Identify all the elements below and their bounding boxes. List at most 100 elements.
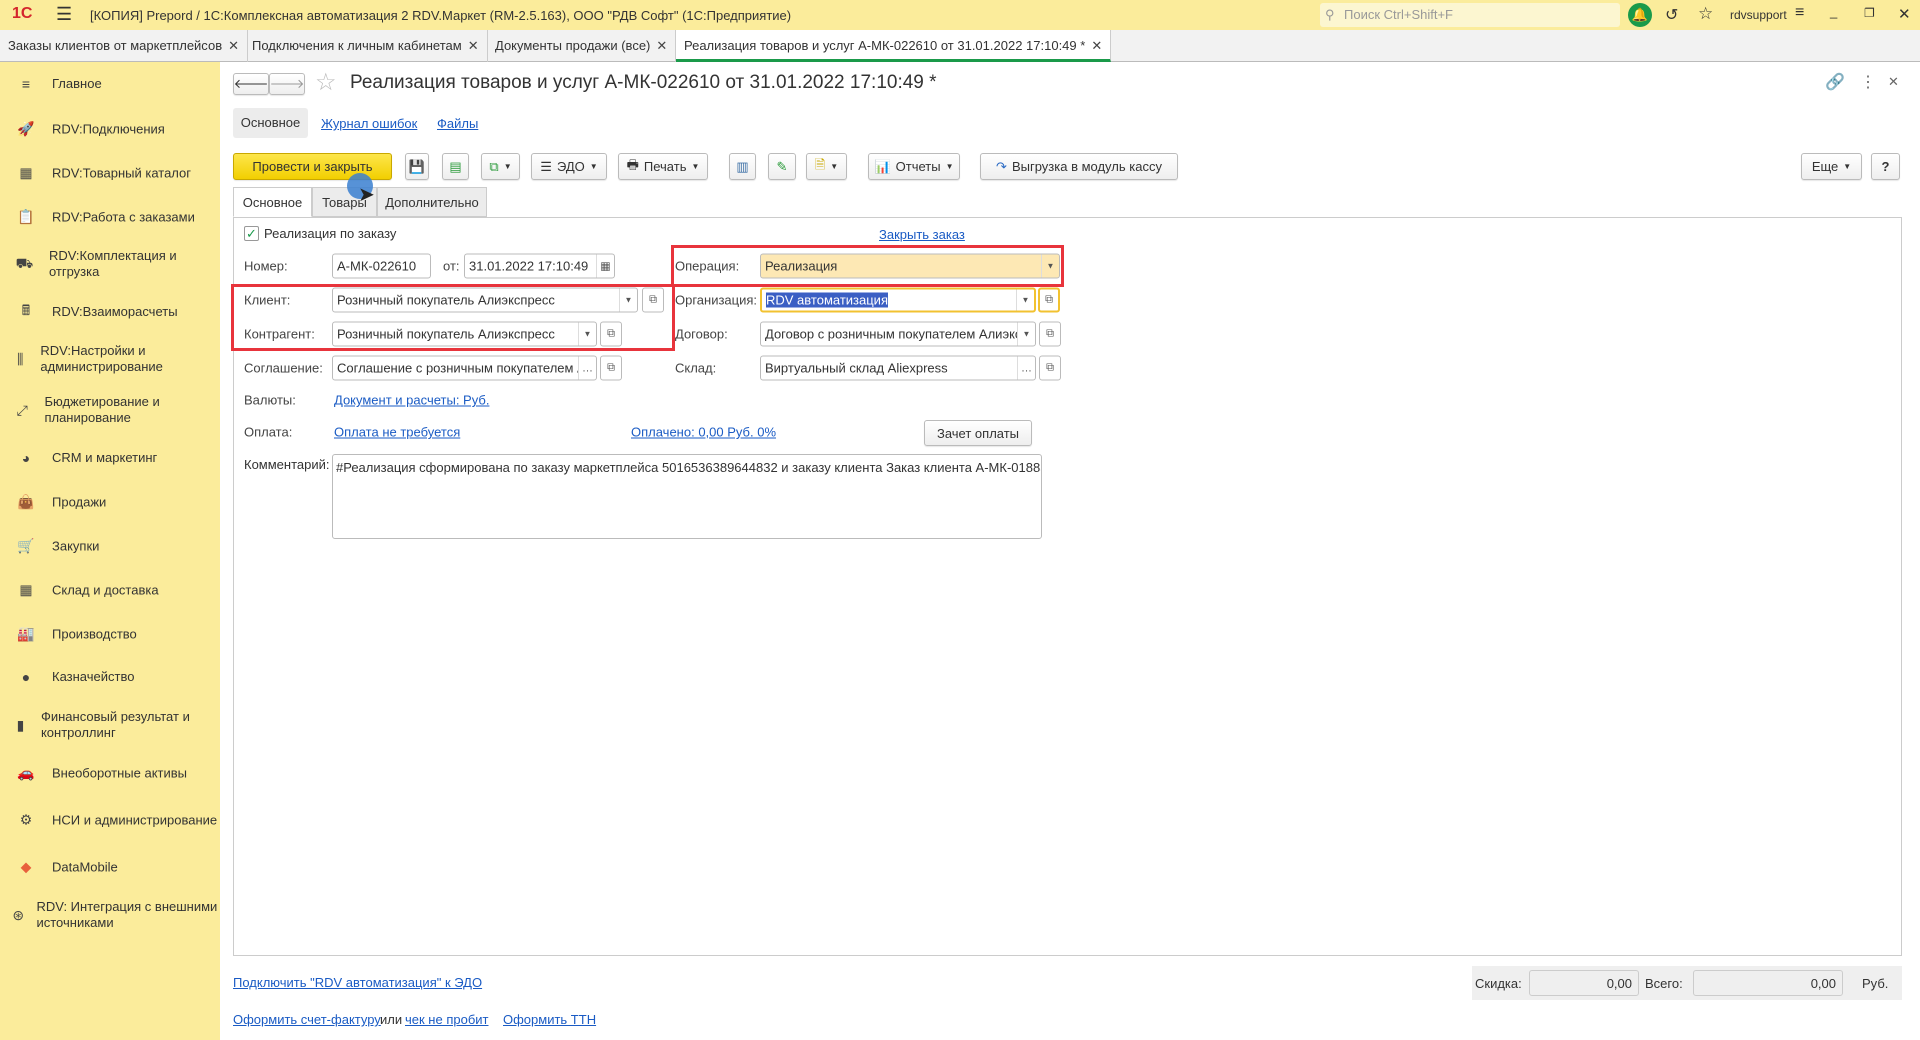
select-ellipsis-icon[interactable]: …: [578, 356, 596, 380]
edit-history-button[interactable]: ✎: [768, 153, 796, 180]
currency-link[interactable]: Документ и расчеты: Руб.: [334, 393, 489, 408]
warehouse-field[interactable]: Виртуальный склад Aliexpress…: [760, 355, 1036, 381]
sidebar-item[interactable]: 📋 RDV:Работа с заказами: [0, 209, 220, 226]
main-menu-icon[interactable]: ☰: [56, 4, 72, 25]
sidebar-item-label: RDV:Товарный каталог: [52, 165, 192, 180]
attachments-button[interactable]: 🗎 ▼: [806, 153, 847, 180]
sidebar-item[interactable]: 👜 Продажи: [0, 494, 220, 511]
payment-offset-button[interactable]: Зачет оплаты: [924, 420, 1032, 446]
restore-icon[interactable]: ❐: [1864, 6, 1875, 20]
favorites-star-icon[interactable]: ☆: [1698, 4, 1713, 24]
sidebar-item[interactable]: 🚗 Внеоборотные активы: [0, 765, 220, 782]
highlight-client-box: [231, 284, 675, 351]
sidebar-item[interactable]: ≡ Главное: [0, 76, 220, 92]
subtab-files[interactable]: Файлы: [437, 116, 478, 131]
subtab-main[interactable]: Основное: [233, 108, 308, 138]
open-contract-button[interactable]: ⧉: [1039, 321, 1061, 347]
sidebar-item[interactable]: 🖩 RDV:Взаиморасчеты: [0, 300, 220, 324]
coin-icon: ●: [21, 669, 31, 685]
window-tab-connections[interactable]: Подключения к личным кабинетам ✕: [244, 30, 488, 62]
sidebar-item[interactable]: ▦ Склад и доставка: [0, 582, 220, 599]
print-button[interactable]: 🖶 Печать ▼: [618, 153, 708, 180]
close-tab-icon[interactable]: ✕: [228, 38, 239, 53]
sidebar-item[interactable]: ● Казначейство: [0, 669, 220, 685]
by-order-checkbox[interactable]: ✓: [244, 226, 259, 241]
chevron-down-icon[interactable]: ▼: [1017, 322, 1035, 346]
total-field: 0,00: [1693, 970, 1843, 996]
warehouse-icon: ▦: [19, 581, 33, 598]
close-tab-icon[interactable]: ✕: [1091, 38, 1102, 53]
more-button[interactable]: Еще ▼: [1801, 153, 1862, 180]
settings-menu-icon[interactable]: ≡: [1795, 4, 1804, 22]
sidebar-item[interactable]: ▦ RDV:Товарный каталог: [0, 165, 220, 182]
close-tab-icon[interactable]: ✕: [656, 38, 667, 53]
check-not-printed-link[interactable]: чек не пробит: [405, 1012, 488, 1027]
structure-button[interactable]: ▥: [729, 153, 756, 180]
paid-link[interactable]: Оплачено: 0,00 Руб. 0%: [631, 425, 776, 440]
history-icon[interactable]: ↺: [1665, 5, 1678, 25]
open-agreement-button[interactable]: ⧉: [600, 355, 622, 381]
open-warehouse-button[interactable]: ⧉: [1039, 355, 1061, 381]
sidebar-item[interactable]: 🏭 Производство: [0, 626, 220, 643]
sidebar-item[interactable]: ▮ Финансовый результат и контроллинг: [0, 709, 220, 741]
select-ellipsis-icon[interactable]: …: [1017, 356, 1035, 380]
date-field[interactable]: 31.01.2022 17:10:49 ▦: [464, 253, 615, 279]
notifications-bell-icon[interactable]: 🔔: [1628, 3, 1652, 27]
favorite-star-icon[interactable]: ☆: [315, 68, 337, 97]
window-tab-orders[interactable]: Заказы клиентов от маркетплейсов ✕: [0, 30, 248, 62]
user-name[interactable]: rdvsupport: [1730, 8, 1787, 22]
sidebar-item[interactable]: 🛒 Закупки: [0, 538, 220, 555]
sidebar-item[interactable]: ⫼ RDV:Настройки и администрирование: [0, 343, 220, 375]
forward-button[interactable]: 🡒: [269, 73, 305, 95]
connect-edo-link[interactable]: Подключить "RDV автоматизация" к ЭДО: [233, 975, 482, 990]
sidebar-item[interactable]: ⛟ RDV:Комплектация и отгрузка: [0, 248, 220, 280]
save-button[interactable]: 💾: [405, 153, 429, 180]
edo-button[interactable]: ☰ ЭДО ▼: [531, 153, 607, 180]
pencil-clock-icon: ✎: [776, 158, 788, 174]
ttn-link[interactable]: Оформить ТТН: [503, 1012, 596, 1027]
open-organization-button[interactable]: ⧉: [1038, 287, 1060, 313]
printer-icon: 🖶: [626, 156, 639, 172]
close-form-icon[interactable]: ✕: [1888, 74, 1899, 90]
sidebar-item-label: RDV:Работа с заказами: [52, 209, 195, 224]
comment-textarea[interactable]: #Реализация сформирована по заказу марке…: [332, 454, 1042, 539]
close-tab-icon[interactable]: ✕: [468, 38, 479, 53]
integration-icon: ⊛: [12, 906, 25, 923]
sidebar-item[interactable]: ⤢ Бюджетирование и планирование: [0, 394, 220, 426]
agreement-field[interactable]: Соглашение с розничным покупателем Алиэк…: [332, 355, 597, 381]
open-icon: ⧉: [1045, 293, 1053, 306]
reports-button[interactable]: 📊 Отчеты ▼: [868, 153, 960, 180]
organization-field[interactable]: RDV автоматизация ▼: [760, 287, 1036, 313]
close-order-link[interactable]: Закрыть заказ: [879, 227, 965, 242]
window-tab-sales-docs[interactable]: Документы продажи (все) ✕: [487, 30, 677, 62]
minimize-icon[interactable]: _: [1830, 4, 1837, 19]
form-tab-additional[interactable]: Дополнительно: [377, 187, 487, 217]
1c-logo-icon: 1С: [12, 5, 33, 22]
search-input[interactable]: ⚲ Поиск Ctrl+Shift+F: [1320, 3, 1620, 27]
agreement-label: Соглашение:: [244, 360, 323, 376]
link-icon[interactable]: 🔗: [1825, 72, 1845, 92]
sidebar-item[interactable]: ◕ CRM и маркетинг: [0, 450, 220, 466]
sidebar-item[interactable]: ⊛ RDV: Интеграция с внешними источниками: [0, 899, 220, 931]
sidebar-item[interactable]: ◆ DataMobile: [0, 859, 220, 876]
upload-to-cash-button[interactable]: ↷ Выгрузка в модуль кассу: [980, 153, 1178, 180]
form-tab-main[interactable]: Основное: [233, 187, 312, 217]
number-field[interactable]: А-МК-022610: [332, 253, 431, 279]
calendar-icon[interactable]: ▦: [596, 254, 614, 278]
subtab-error-log[interactable]: Журнал ошибок: [321, 116, 417, 131]
sidebar-item[interactable]: 🚀 RDV:Подключения: [0, 121, 220, 138]
back-button[interactable]: 🡐: [233, 73, 269, 95]
chevron-down-icon[interactable]: ▼: [1016, 289, 1034, 311]
sidebar-item[interactable]: ⚙ НСИ и администрирование: [0, 812, 220, 829]
more-vert-icon[interactable]: ⋮: [1860, 72, 1876, 92]
contract-field[interactable]: Договор с розничным покупателем Алиэкспр…: [760, 321, 1036, 347]
close-window-icon[interactable]: ✕: [1898, 5, 1911, 23]
create-based-on-button[interactable]: ⧉ ▼: [481, 153, 520, 180]
invoice-link[interactable]: Оформить счет-фактуру: [233, 1012, 381, 1027]
help-button[interactable]: ?: [1871, 153, 1900, 180]
factory-icon: 🏭: [17, 625, 35, 642]
window-tab-realization[interactable]: Реализация товаров и услуг А-МК-022610 о…: [676, 30, 1112, 62]
post-button[interactable]: ▤: [442, 153, 469, 180]
payment-link[interactable]: Оплата не требуется: [334, 425, 460, 440]
create-based-icon: ⧉: [489, 158, 499, 174]
